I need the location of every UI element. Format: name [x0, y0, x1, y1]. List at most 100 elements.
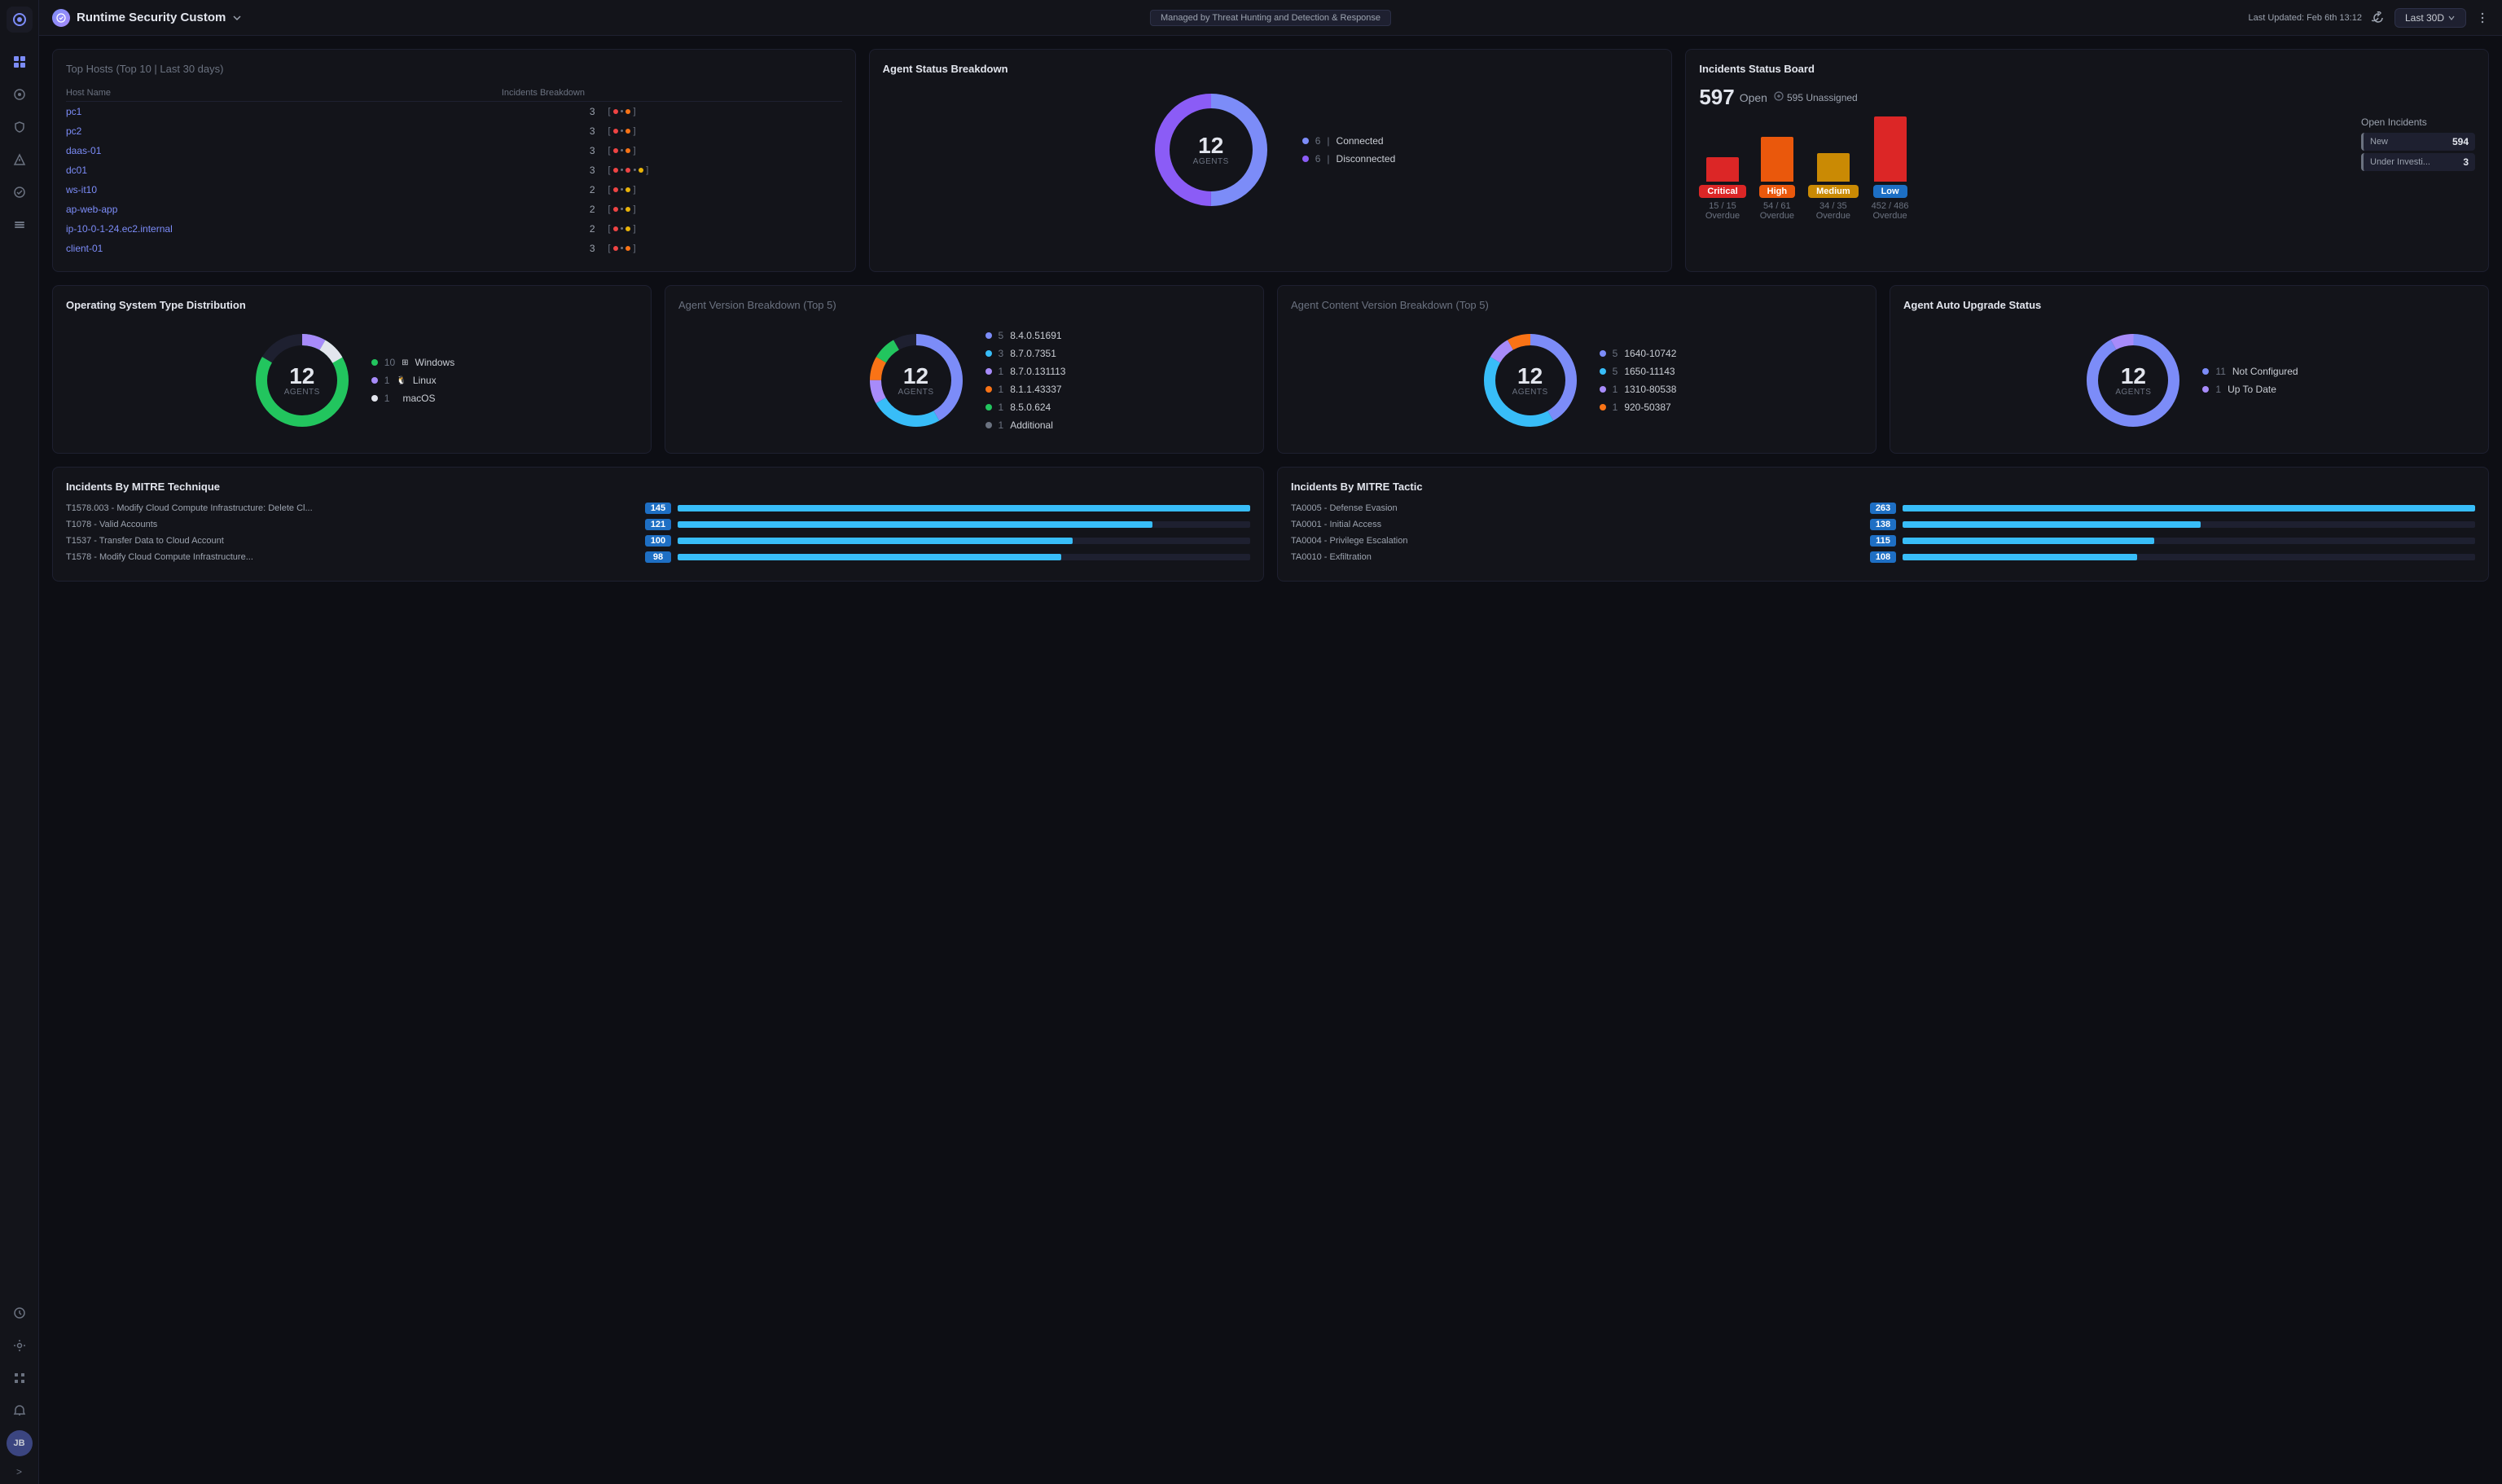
- header-right: Last Updated: Feb 6th 13:12 Last 30D: [2249, 8, 2489, 28]
- agent-version-legend-item: 3 8.7.0.7351: [985, 348, 1066, 359]
- agent-upgrade-title: Agent Auto Upgrade Status: [1903, 299, 2475, 311]
- agent-version-legend: 5 8.4.0.51691 3 8.7.0.7351 1 8.7.0.13111…: [985, 330, 1066, 431]
- host-dots: [ • ]: [608, 180, 842, 200]
- sidebar-item-shield[interactable]: [5, 112, 34, 142]
- user-avatar[interactable]: JB: [7, 1430, 33, 1456]
- agent-content-legend-item: 1 920-50387: [1600, 402, 1677, 413]
- severity-badge[interactable]: High: [1759, 185, 1795, 198]
- host-name[interactable]: client-01: [66, 239, 502, 258]
- host-count: 2: [502, 180, 608, 200]
- main-content: Runtime Security Custom Managed by Threa…: [39, 0, 2502, 1484]
- unassigned-indicator: [1774, 91, 1784, 103]
- os-distribution-card: Operating System Type Distribution: [52, 285, 652, 454]
- host-name[interactable]: ip-10-0-1-24.ec2.internal: [66, 219, 502, 239]
- agent-upgrade-legend-item: 1 Up To Date: [2202, 384, 2298, 395]
- mitre-tactic-title: Incidents By MITRE Tactic: [1291, 481, 2475, 493]
- agent-upgrade-donut: 12 AGENTS: [2080, 327, 2186, 433]
- table-row: pc2 3 [ • ]: [66, 121, 842, 141]
- sidebar-item-response[interactable]: [5, 178, 34, 207]
- agent-upgrade-legend-item: 11 Not Configured: [2202, 366, 2298, 377]
- mitre-tactic-rows: TA0005 - Defense Evasion 263 TA0001 - In…: [1291, 503, 2475, 563]
- os-chart-inner: 12 AGENTS 10 ⊞ Windows 1 🐧 Linux 1 macOS: [66, 321, 638, 440]
- mitre-technique-row[interactable]: T1078 - Valid Accounts 121: [66, 519, 1250, 530]
- mitre-technique-card: Incidents By MITRE Technique T1578.003 -…: [52, 467, 1264, 582]
- mitre-tactic-row[interactable]: TA0010 - Exfiltration 108: [1291, 551, 2475, 563]
- host-count: 2: [502, 200, 608, 219]
- agent-upgrade-legend: 11 Not Configured 1 Up To Date: [2202, 366, 2298, 395]
- severity-badge[interactable]: Critical: [1699, 185, 1745, 198]
- severity-badge[interactable]: Medium: [1808, 185, 1859, 198]
- sidebar-item-apps[interactable]: [5, 1363, 34, 1393]
- host-count: 3: [502, 141, 608, 160]
- mitre-tactic-row[interactable]: TA0001 - Initial Access 138: [1291, 519, 2475, 530]
- sidebar: JB >: [0, 0, 39, 1484]
- host-name[interactable]: ws-it10: [66, 180, 502, 200]
- sidebar-item-status[interactable]: [5, 1298, 34, 1328]
- host-name[interactable]: pc2: [66, 121, 502, 141]
- refresh-icon[interactable]: [2372, 11, 2385, 24]
- open-incident-row[interactable]: Under Investi...3: [2361, 153, 2475, 171]
- mitre-tactic-card: Incidents By MITRE Tactic TA0005 - Defen…: [1277, 467, 2489, 582]
- sidebar-expand-button[interactable]: >: [16, 1466, 22, 1477]
- sidebar-item-inventory[interactable]: [5, 210, 34, 239]
- sidebar-item-threat[interactable]: [5, 145, 34, 174]
- host-dots: [ • ]: [608, 141, 842, 160]
- page-title-text: Runtime Security Custom: [77, 11, 226, 24]
- os-legend-item: 1 macOS: [371, 393, 454, 404]
- mitre-technique-row[interactable]: T1578.003 - Modify Cloud Compute Infrast…: [66, 503, 1250, 514]
- host-name[interactable]: pc1: [66, 102, 502, 122]
- agent-status-card: Agent Status Breakdown 12 AGENTS: [869, 49, 1673, 272]
- hosts-table: Host Name Incidents Breakdown pc1 3 [ • …: [66, 85, 842, 258]
- open-incidents-panel: Open Incidents New594Under Investi...3: [2361, 116, 2475, 173]
- table-row: daas-01 3 [ • ]: [66, 141, 842, 160]
- mitre-tactic-row[interactable]: TA0005 - Defense Evasion 263: [1291, 503, 2475, 514]
- host-dots: [ • ]: [608, 121, 842, 141]
- severity-badge[interactable]: Low: [1873, 185, 1907, 198]
- more-options-icon[interactable]: [2476, 11, 2489, 24]
- agent-version-title: Agent Version Breakdown (Top 5): [678, 299, 1250, 311]
- open-incident-row[interactable]: New594: [2361, 133, 2475, 151]
- mitre-technique-row[interactable]: T1537 - Transfer Data to Cloud Account 1…: [66, 535, 1250, 547]
- mitre-technique-row[interactable]: T1578 - Modify Cloud Compute Infrastruct…: [66, 551, 1250, 563]
- os-donut: 12 AGENTS: [249, 327, 355, 433]
- host-count: 3: [502, 102, 608, 122]
- host-count: 2: [502, 219, 608, 239]
- agent-content-legend-item: 1 1310-80538: [1600, 384, 1677, 395]
- mid-row: Operating System Type Distribution: [52, 285, 2489, 454]
- sidebar-item-security[interactable]: [5, 80, 34, 109]
- dropdown-icon[interactable]: [232, 13, 242, 23]
- agent-version-inner: 12 AGENTS 5 8.4.0.51691 3 8.7.0.7351 1 8…: [678, 321, 1250, 440]
- severity-column: Medium 34 / 35Overdue: [1808, 116, 1859, 221]
- time-range-button[interactable]: Last 30D: [2394, 8, 2466, 28]
- severity-bars-section: Critical 15 / 15Overdue High 54 / 61Over…: [1699, 116, 1908, 221]
- host-name[interactable]: dc01: [66, 160, 502, 180]
- host-dots: [ • ]: [608, 239, 842, 258]
- bottom-row: Incidents By MITRE Technique T1578.003 -…: [52, 467, 2489, 582]
- agent-content-legend-item: 5 1650-11143: [1600, 366, 1677, 377]
- last-updated-label: Last Updated: Feb 6th 13:12: [2249, 13, 2362, 23]
- managed-banner: Managed by Threat Hunting and Detection …: [1150, 10, 1391, 26]
- header: Runtime Security Custom Managed by Threa…: [39, 0, 2502, 36]
- host-count: 3: [502, 160, 608, 180]
- host-count: 3: [502, 239, 608, 258]
- incidents-board-title: Incidents Status Board: [1699, 63, 2475, 75]
- app-logo[interactable]: [7, 7, 33, 33]
- sidebar-item-alerts[interactable]: [5, 1396, 34, 1425]
- host-name[interactable]: ap-web-app: [66, 200, 502, 219]
- table-row: ip-10-0-1-24.ec2.internal 2 [ • ]: [66, 219, 842, 239]
- agent-version-legend-item: 1 8.7.0.131113: [985, 366, 1066, 377]
- agent-version-card: Agent Version Breakdown (Top 5): [665, 285, 1264, 454]
- host-name[interactable]: daas-01: [66, 141, 502, 160]
- sidebar-item-settings[interactable]: [5, 1331, 34, 1360]
- sidebar-item-dashboard[interactable]: [5, 47, 34, 77]
- host-dots: [ •• ]: [608, 160, 842, 180]
- table-row: ws-it10 2 [ • ]: [66, 180, 842, 200]
- agent-content-inner: 12 AGENTS 5 1640-10742 5 1650-11143 1 13…: [1291, 321, 1863, 440]
- host-count: 3: [502, 121, 608, 141]
- agent-content-card: Agent Content Version Breakdown (Top 5) …: [1277, 285, 1876, 454]
- table-row: dc01 3 [ •• ]: [66, 160, 842, 180]
- agent-status-donut: 12 AGENTS: [1146, 85, 1276, 215]
- mitre-tactic-row[interactable]: TA0004 - Privilege Escalation 115: [1291, 535, 2475, 547]
- donut-center-label: 12 AGENTS: [1193, 134, 1229, 166]
- col-incidents-breakdown: Incidents Breakdown: [502, 85, 842, 102]
